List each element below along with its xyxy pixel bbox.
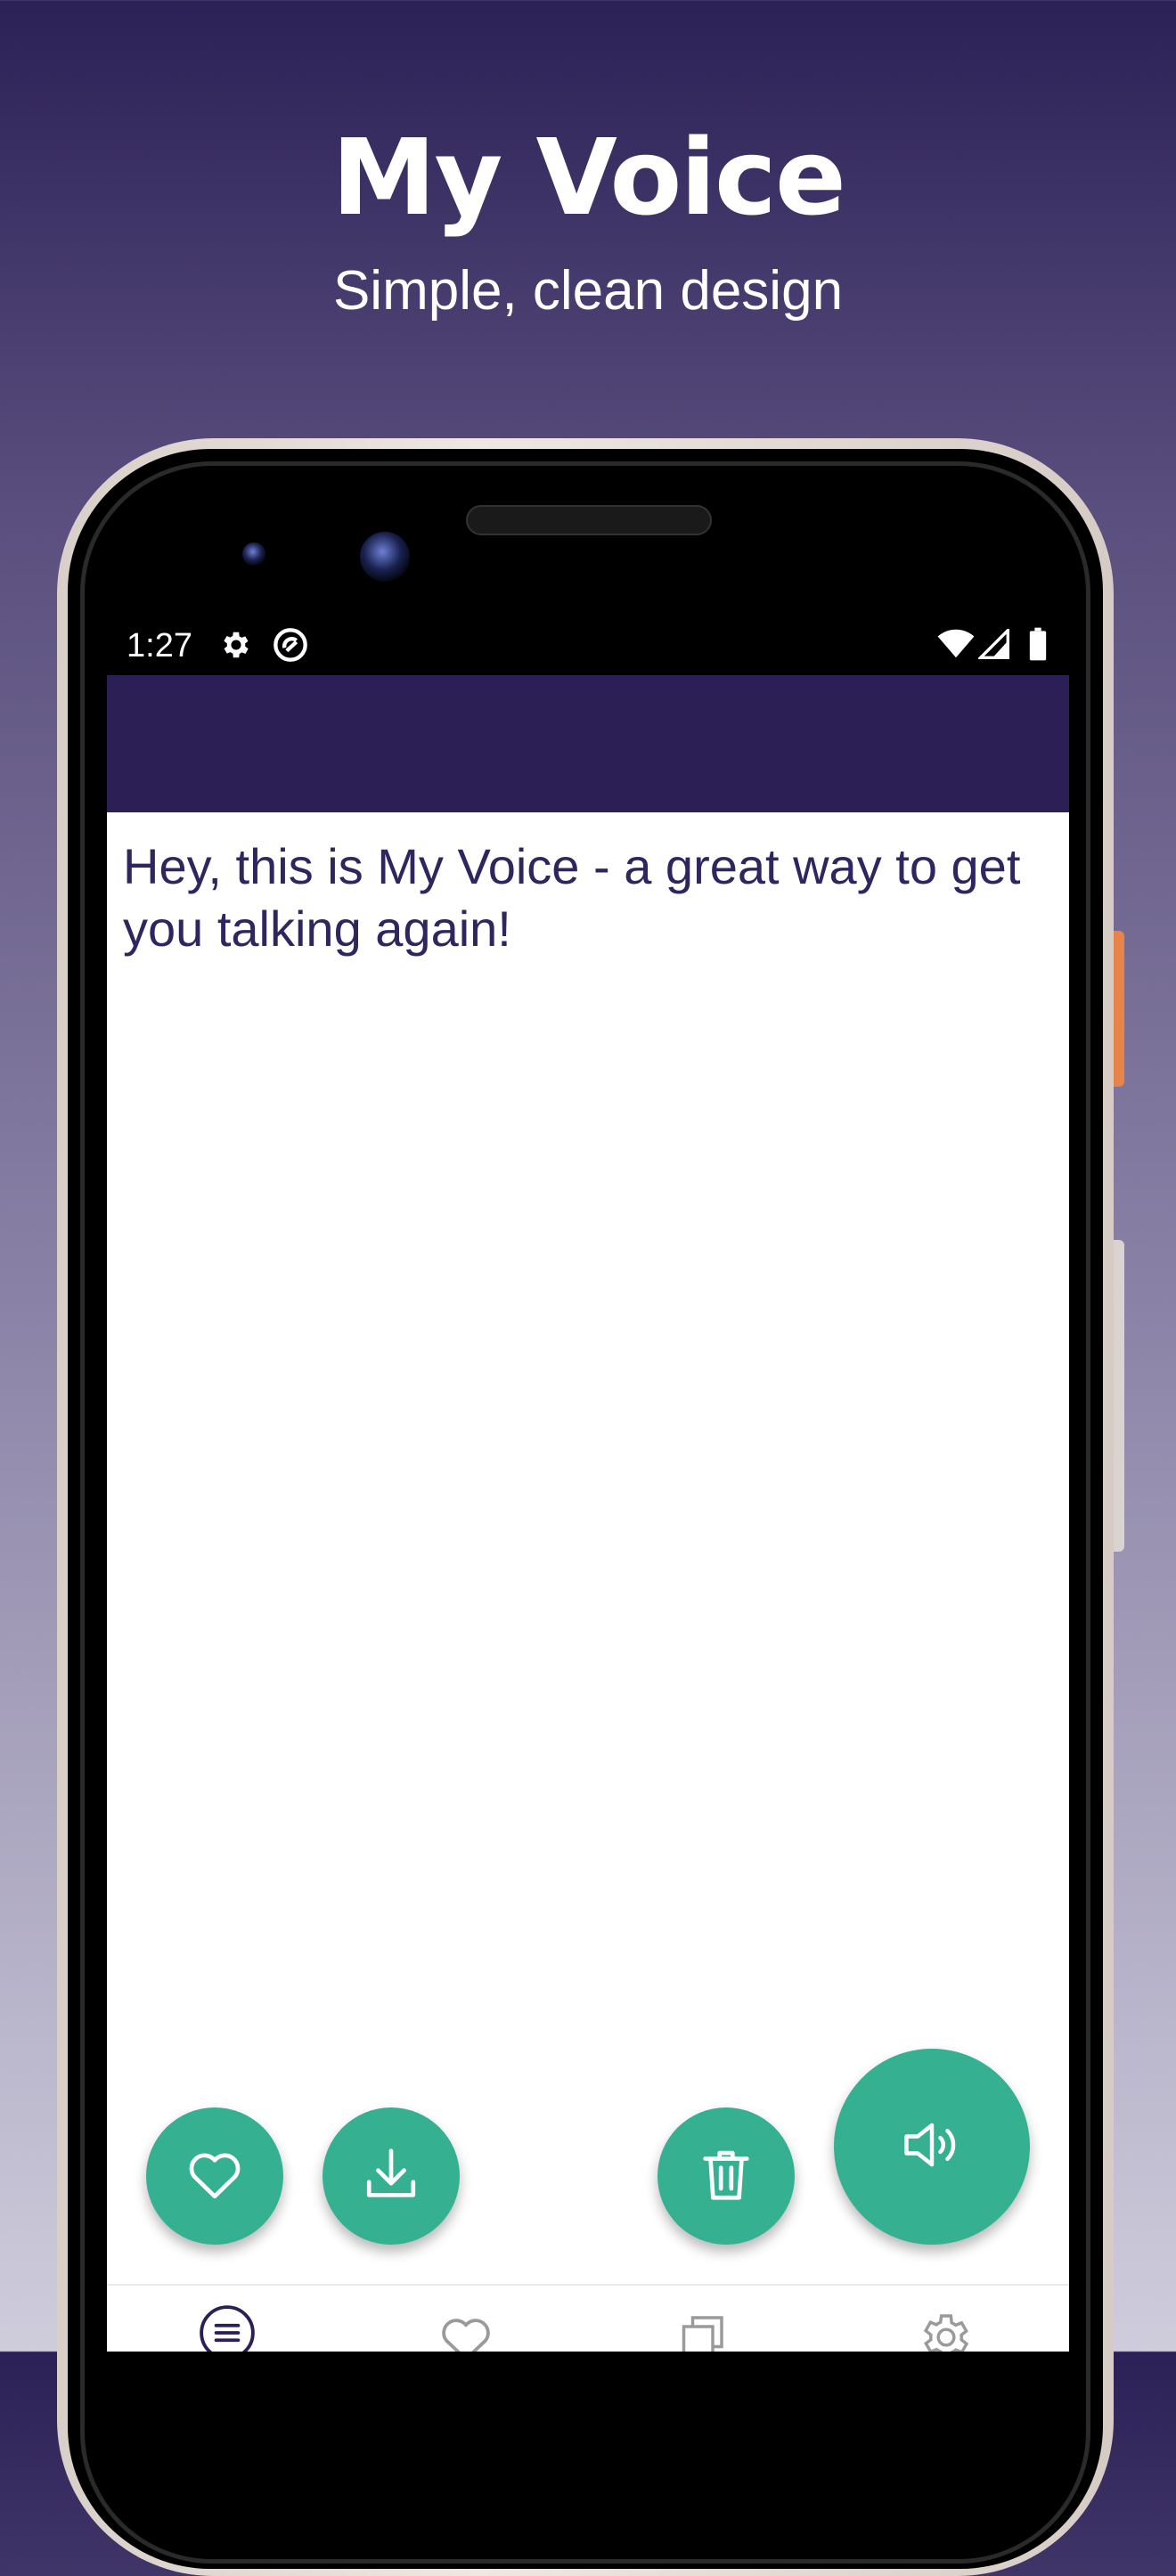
trash-icon: [695, 2143, 757, 2210]
promo-title: My Voice: [331, 116, 846, 239]
wifi-icon: [937, 629, 975, 664]
app-bar: [107, 675, 1069, 812]
download-button[interactable]: [323, 2107, 460, 2245]
device-power-button: [1114, 931, 1124, 1087]
speak-button[interactable]: [834, 2049, 1030, 2245]
menu-list-icon[interactable]: [198, 2303, 257, 2352]
speaker-icon: [898, 2111, 966, 2183]
device-volume-button: [1114, 1240, 1124, 1552]
cell-signal-icon: [976, 626, 1010, 664]
bottom-navigation: [107, 2284, 1069, 2352]
status-time: 1:27: [127, 627, 192, 664]
favorite-button[interactable]: [146, 2107, 283, 2245]
heart-outline-icon[interactable]: [437, 2311, 495, 2352]
promo-subtitle: Simple, clean design: [332, 260, 844, 322]
earpiece-speaker: [466, 505, 712, 535]
sync-circle-icon: [273, 627, 308, 667]
front-sensor: [242, 542, 265, 566]
status-bar: 1:27: [107, 613, 1069, 675]
favorite-icon: [184, 2143, 246, 2210]
copies-icon[interactable]: [677, 2309, 731, 2352]
speech-text[interactable]: Hey, this is My Voice - a great way to g…: [123, 836, 1049, 960]
gear-icon: [219, 628, 253, 666]
battery-icon: [1028, 627, 1048, 665]
phone-screen: 1:27 Hey, this is My Voice - a great way…: [107, 613, 1069, 2352]
speech-content[interactable]: Hey, this is My Voice - a great way to g…: [107, 812, 1069, 2352]
download-icon: [360, 2143, 422, 2210]
front-camera: [360, 532, 410, 582]
delete-button[interactable]: [657, 2107, 795, 2245]
settings-icon[interactable]: [918, 2309, 975, 2352]
